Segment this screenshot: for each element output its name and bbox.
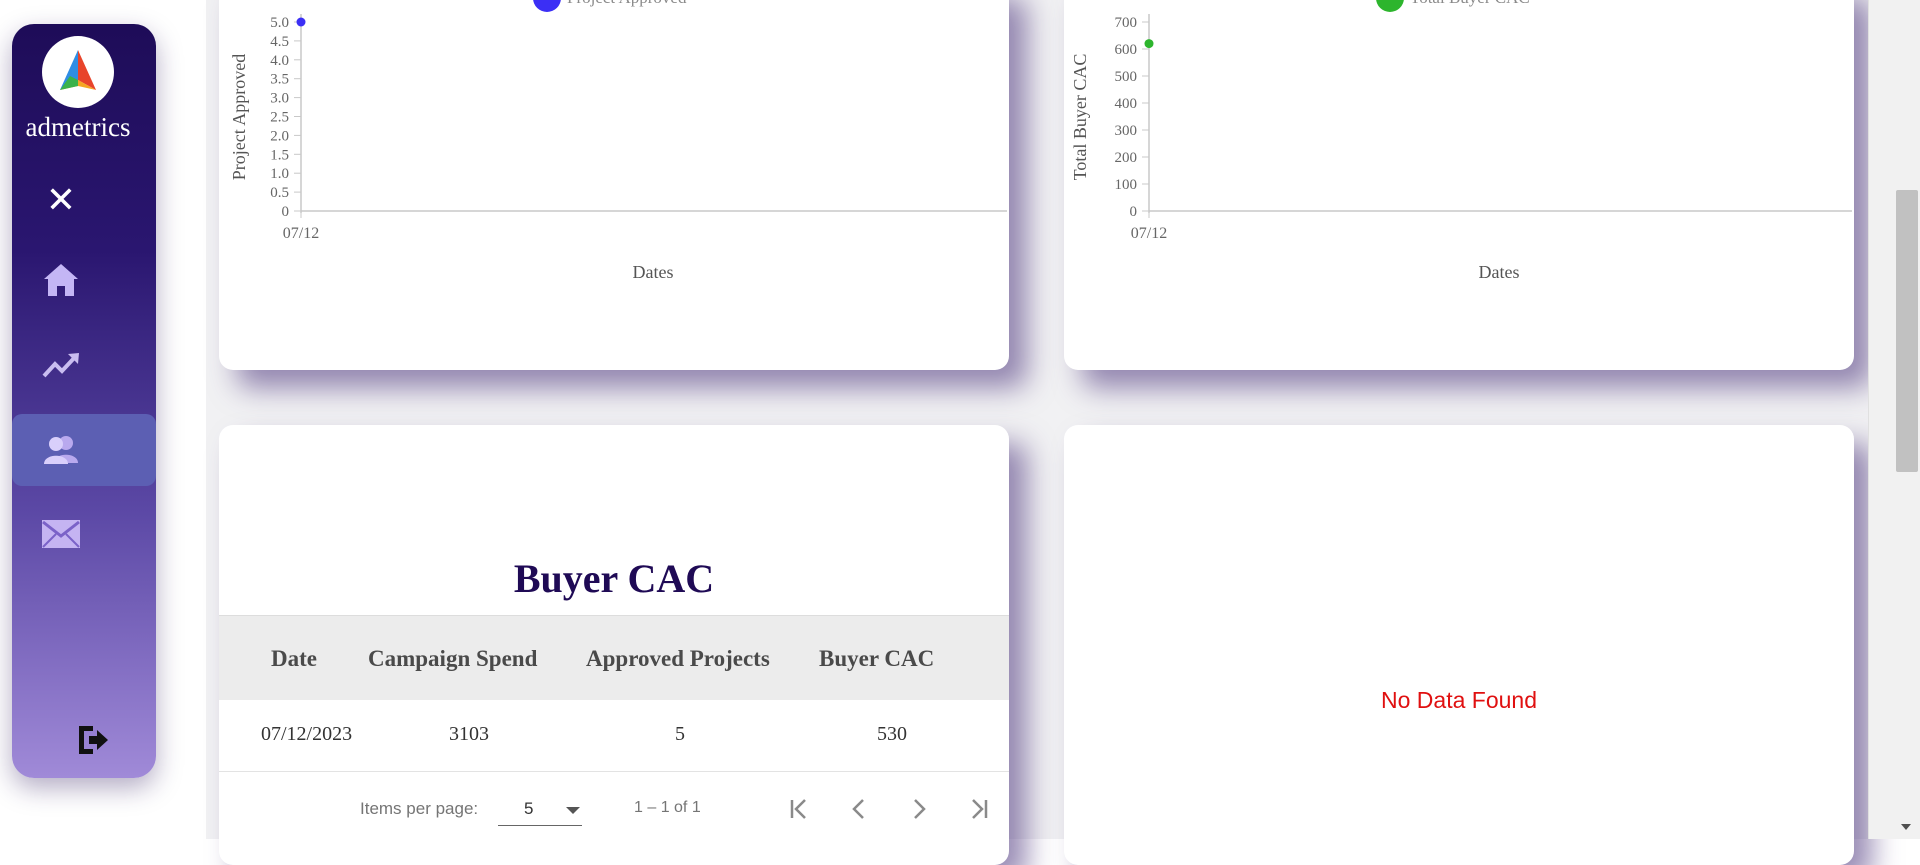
- x-tick-label: 07/12: [283, 225, 319, 242]
- page-scrollbar[interactable]: [1868, 0, 1920, 839]
- col-header-approved-projects[interactable]: Approved Projects: [586, 646, 770, 672]
- logout-icon[interactable]: [69, 716, 117, 764]
- scrollbar-thumb[interactable]: [1896, 190, 1918, 472]
- data-point: [296, 17, 306, 27]
- y-tick-label: 5.0: [270, 15, 289, 31]
- next-page-button[interactable]: [901, 791, 937, 827]
- y-tick-label: 2.0: [270, 128, 289, 144]
- table-header: Date Campaign Spend Approved Projects Bu…: [219, 615, 1009, 700]
- table-row: 07/12/2023 3103 5 530: [219, 699, 1009, 772]
- total-buyer-cac-chart: Total Buyer CAC 700 600 500 400 300 200 100 0 07…: [1070, 0, 1852, 282]
- y-tick-label: 200: [1115, 150, 1138, 166]
- admetrics-logo-icon: [60, 50, 96, 90]
- previous-page-button[interactable]: [841, 791, 877, 827]
- scroll-down-arrow-icon[interactable]: [1901, 824, 1911, 830]
- mail-icon[interactable]: [37, 510, 85, 558]
- x-tick-label: 07/12: [1131, 225, 1167, 242]
- chevron-left-icon: [852, 799, 864, 819]
- no-data-message: No Data Found: [1381, 687, 1537, 713]
- y-tick-label: 0.5: [270, 185, 289, 201]
- legend-swatch: [533, 0, 561, 12]
- items-per-page-value: 5: [524, 799, 534, 818]
- y-tick-label: 2.5: [270, 110, 289, 126]
- y-axis-label: Project Approved: [229, 54, 249, 180]
- y-tick-label: 4.0: [270, 53, 289, 69]
- buyer-cac-table-card: Buyer CAC Date Campaign Spend Approved P…: [219, 425, 1009, 865]
- sidebar: admetrics ✕: [12, 24, 156, 778]
- y-tick-label: 400: [1115, 96, 1138, 112]
- last-page-button[interactable]: [961, 791, 997, 827]
- table-title: Buyer CAC: [513, 556, 715, 601]
- col-header-buyer-cac[interactable]: Buyer CAC: [819, 646, 934, 672]
- y-tick-label: 600: [1115, 42, 1138, 58]
- empty-data-card: No Data Found: [1064, 425, 1854, 865]
- brand-name: admetrics: [25, 112, 131, 142]
- y-tick-label: 500: [1115, 69, 1138, 85]
- cell-campaign-spend: 3103: [449, 723, 489, 745]
- cell-approved-projects: 5: [675, 723, 685, 745]
- home-icon[interactable]: [37, 256, 85, 304]
- paginator: Items per page: 5 1 – 1 of 1: [219, 771, 1009, 851]
- first-page-button[interactable]: [781, 791, 817, 827]
- y-tick-label: 3.5: [270, 72, 289, 88]
- x-axis-label: Dates: [633, 262, 674, 282]
- legend-label: Project Approved: [567, 0, 687, 7]
- trending-up-icon[interactable]: [37, 340, 85, 388]
- legend-label: Total Buyer CAC: [1410, 0, 1530, 7]
- data-point: [1144, 39, 1154, 49]
- y-tick-label: 300: [1115, 123, 1138, 139]
- last-page-icon: [972, 799, 988, 819]
- scrollbar-border: [1868, 0, 1869, 839]
- y-axis-label: Total Buyer CAC: [1070, 54, 1090, 181]
- y-tick-label: 700: [1115, 15, 1138, 31]
- y-tick-label: 1.0: [270, 166, 289, 182]
- users-icon[interactable]: [37, 426, 85, 474]
- cell-date: 07/12/2023: [261, 723, 353, 745]
- y-tick-label: 100: [1115, 177, 1138, 193]
- logo: [42, 36, 114, 108]
- y-tick-label: 0: [282, 204, 290, 220]
- y-tick-label: 1.5: [270, 147, 289, 163]
- items-per-page-label: Items per page:: [360, 799, 479, 818]
- close-icon[interactable]: ✕: [37, 176, 85, 224]
- x-axis-label: Dates: [1479, 262, 1520, 282]
- legend-swatch: [1376, 0, 1404, 12]
- y-tick-label: 0: [1130, 204, 1138, 220]
- col-header-date[interactable]: Date: [271, 646, 317, 672]
- first-page-icon: [790, 799, 806, 819]
- col-header-campaign-spend[interactable]: Campaign Spend: [368, 646, 537, 672]
- y-tick-label: 3.0: [270, 91, 289, 107]
- cell-buyer-cac: 530: [877, 723, 907, 745]
- chart-card-total-buyer-cac: Total Buyer CAC 700 600 500 400 300 200 100 0 07…: [1064, 0, 1854, 370]
- project-approved-chart: Project Approved 5.0 4.5 4.0 3.5 3.0 2.5 2.0 1.…: [229, 0, 1007, 282]
- items-per-page-select[interactable]: 5: [498, 793, 582, 826]
- page-range: 1 – 1 of 1: [634, 799, 701, 816]
- chevron-down-icon: [566, 807, 580, 814]
- y-tick-label: 4.5: [270, 34, 289, 50]
- chart-card-project-approved: Project Approved 5.0 4.5 4.0 3.5 3.0 2.5 2.0 1.…: [219, 0, 1009, 370]
- chevron-right-icon: [914, 799, 926, 819]
